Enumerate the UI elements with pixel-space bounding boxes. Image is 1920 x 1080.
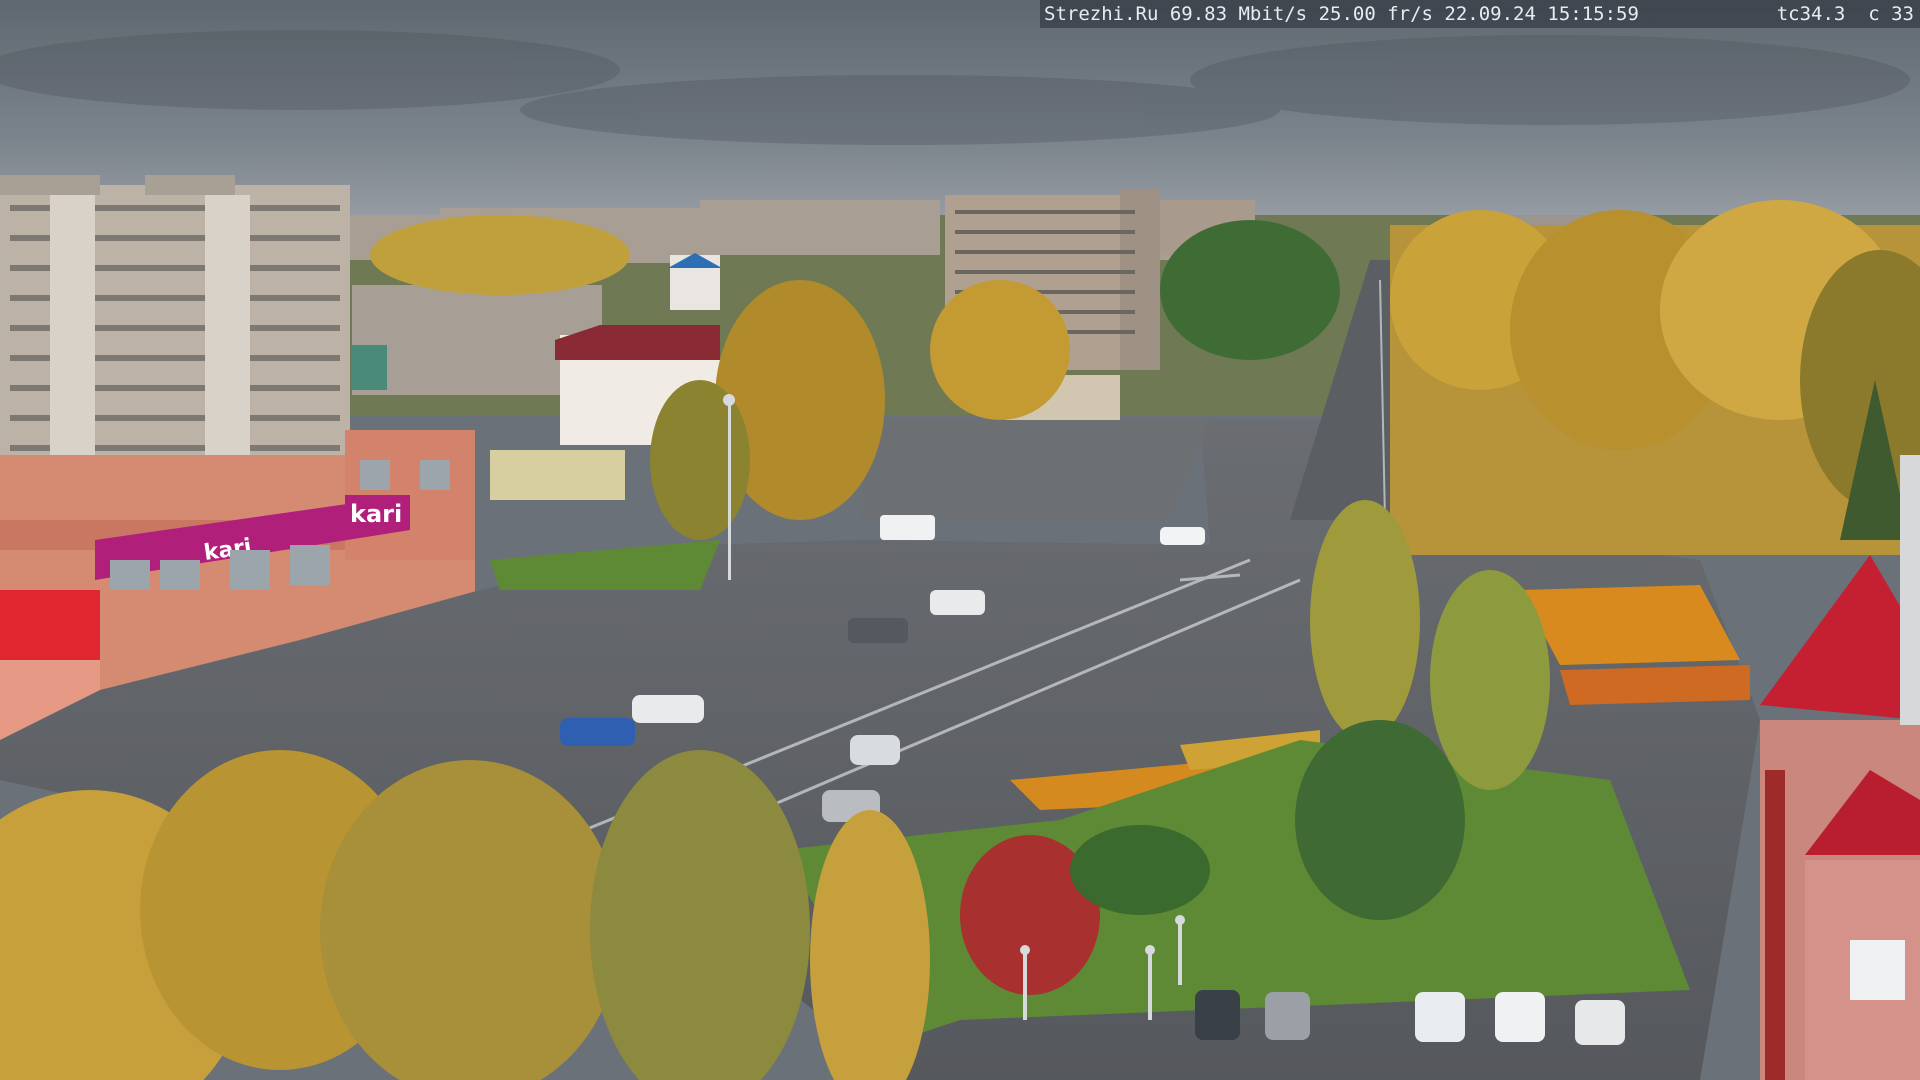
camera-overlay: Strezhi.Ru 69.83 Mbit/s 25.00 fr/s 22.09…: [1040, 0, 1920, 28]
overlay-framerate: 25.00 fr/s: [1318, 3, 1433, 25]
webcam-scene: kari kari: [0, 0, 1920, 1080]
overlay-site: Strezhi.Ru: [1044, 3, 1159, 25]
upper-square: [860, 420, 1210, 520]
overlay-tc: tc34.3: [1776, 3, 1846, 25]
lawn-left: [490, 540, 720, 590]
overlay-bitrate: 69.83 Mbit/s: [1169, 3, 1308, 25]
overlay-channel: c 33: [1868, 3, 1914, 25]
overlay-date: 22.09.24: [1444, 3, 1536, 25]
overlay-right: tc34.3 c 33: [1777, 0, 1914, 28]
store-logo: kari: [350, 500, 402, 528]
overlay-left: Strezhi.Ru 69.83 Mbit/s 25.00 fr/s 22.09…: [1044, 0, 1639, 28]
overlay-time: 15:15:59: [1547, 3, 1639, 25]
right-forest: [1390, 200, 1920, 555]
